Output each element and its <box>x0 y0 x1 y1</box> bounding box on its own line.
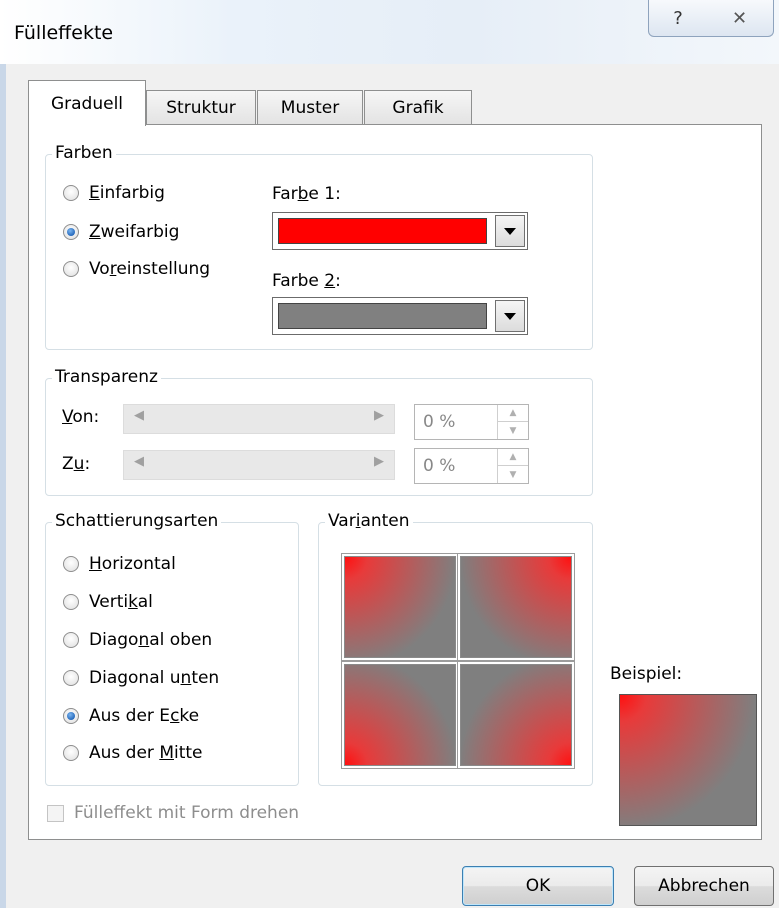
arrow-right-icon: ▶ <box>374 454 384 469</box>
von-spinner[interactable]: 0 % ▲ ▼ <box>414 404 529 440</box>
tab-grafik[interactable]: Grafik <box>364 90 472 124</box>
radio-aus-der-mitte[interactable]: Aus der Mitte <box>63 743 203 763</box>
spin-down-icon[interactable]: ▼ <box>498 466 528 483</box>
radio-label: Vertikal <box>89 592 153 612</box>
tab-label: Grafik <box>392 97 444 118</box>
beispiel-label: Beispiel: <box>610 664 683 684</box>
spinner-buttons[interactable]: ▲ ▼ <box>497 405 528 439</box>
spin-up-icon[interactable]: ▲ <box>498 405 528 422</box>
varianten-legend: Varianten <box>325 511 413 531</box>
radio-button[interactable] <box>63 556 79 572</box>
farbe2-swatch <box>278 303 487 329</box>
radio-horizontal[interactable]: Horizontal <box>63 554 176 574</box>
tab-graduell[interactable]: Graduell <box>28 80 146 126</box>
dialog-title: Fülleffekte <box>14 22 114 44</box>
von-slider[interactable]: ◀ ▶ <box>123 404 395 434</box>
ok-button[interactable]: OK <box>462 866 614 906</box>
spinner-buttons[interactable]: ▲ ▼ <box>497 449 528 483</box>
rotate-with-shape-checkbox[interactable]: Fülleffekt mit Form drehen <box>47 803 299 823</box>
dropdown-button[interactable] <box>495 300 525 332</box>
radio-button[interactable] <box>63 632 79 648</box>
checkbox-label: Fülleffekt mit Form drehen <box>74 803 300 823</box>
radio-zweifarbig[interactable]: Zweifarbig <box>63 222 179 242</box>
farbe1-label: Farbe 1: <box>272 184 341 204</box>
radio-vertikal[interactable]: Vertikal <box>63 592 153 612</box>
radio-button[interactable] <box>63 670 79 686</box>
farbe1-swatch <box>278 218 487 244</box>
tab-struktur[interactable]: Struktur <box>146 90 256 124</box>
radio-diagonal-oben[interactable]: Diagonal oben <box>63 630 212 650</box>
radio-voreinstellung[interactable]: Voreinstellung <box>63 259 210 279</box>
variant-tile-top-left[interactable] <box>342 554 458 660</box>
radio-button[interactable] <box>63 261 79 277</box>
radio-button[interactable] <box>63 594 79 610</box>
farbe1-dropdown[interactable] <box>272 212 528 250</box>
radio-label: Aus der Mitte <box>89 743 203 763</box>
farbe2-dropdown[interactable] <box>272 297 528 335</box>
farbe2-label: Farbe 2: <box>272 271 341 291</box>
tab-muster[interactable]: Muster <box>257 90 363 124</box>
help-button[interactable]: ? <box>648 0 708 37</box>
radio-aus-der-ecke[interactable]: Aus der Ecke <box>63 706 199 726</box>
zu-slider[interactable]: ◀ ▶ <box>123 450 395 480</box>
close-button[interactable]: ✕ <box>706 0 774 37</box>
radio-button[interactable] <box>63 745 79 761</box>
arrow-left-icon: ◀ <box>134 408 144 423</box>
radio-diagonal-unten[interactable]: Diagonal unten <box>63 668 219 688</box>
zu-spinner[interactable]: 0 % ▲ ▼ <box>414 448 529 484</box>
cancel-button[interactable]: Abbrechen <box>634 866 774 906</box>
chevron-down-icon <box>504 312 516 320</box>
radio-label: Einfarbig <box>89 183 165 203</box>
radio-label: Aus der Ecke <box>89 706 200 726</box>
variant-tile-bottom-left[interactable] <box>342 662 458 768</box>
transparenz-legend: Transparenz <box>52 367 161 387</box>
radio-label: Zweifarbig <box>89 222 180 242</box>
radio-button[interactable] <box>63 185 79 201</box>
help-icon: ? <box>673 7 683 29</box>
spin-down-icon[interactable]: ▼ <box>498 422 528 439</box>
spin-up-icon[interactable]: ▲ <box>498 449 528 466</box>
arrow-right-icon: ▶ <box>374 408 384 423</box>
radio-button[interactable] <box>63 708 79 724</box>
zu-value: 0 % <box>423 456 456 476</box>
radio-label: Voreinstellung <box>89 259 211 279</box>
von-value: 0 % <box>423 412 456 432</box>
zu-label: Zu: <box>62 454 91 474</box>
variant-tile-bottom-right[interactable] <box>458 662 574 768</box>
variant-tile-top-right[interactable] <box>458 554 574 660</box>
radio-label: Diagonal unten <box>89 668 220 688</box>
dropdown-button[interactable] <box>495 215 525 247</box>
tab-label: Muster <box>280 97 340 118</box>
sample-preview <box>619 694 757 826</box>
close-icon: ✕ <box>731 7 748 29</box>
chevron-down-icon <box>504 227 516 235</box>
tab-label: Struktur <box>166 97 236 118</box>
radio-label: Horizontal <box>89 554 176 574</box>
farben-legend: Farben <box>52 143 116 163</box>
von-label: Von: <box>62 407 100 427</box>
radio-button[interactable] <box>63 224 79 240</box>
radio-einfarbig[interactable]: Einfarbig <box>63 183 165 203</box>
tab-label: Graduell <box>50 93 124 114</box>
arrow-left-icon: ◀ <box>134 454 144 469</box>
radio-label: Diagonal oben <box>89 630 213 650</box>
schattierung-legend: Schattierungsarten <box>52 511 222 531</box>
checkbox[interactable] <box>47 804 64 822</box>
